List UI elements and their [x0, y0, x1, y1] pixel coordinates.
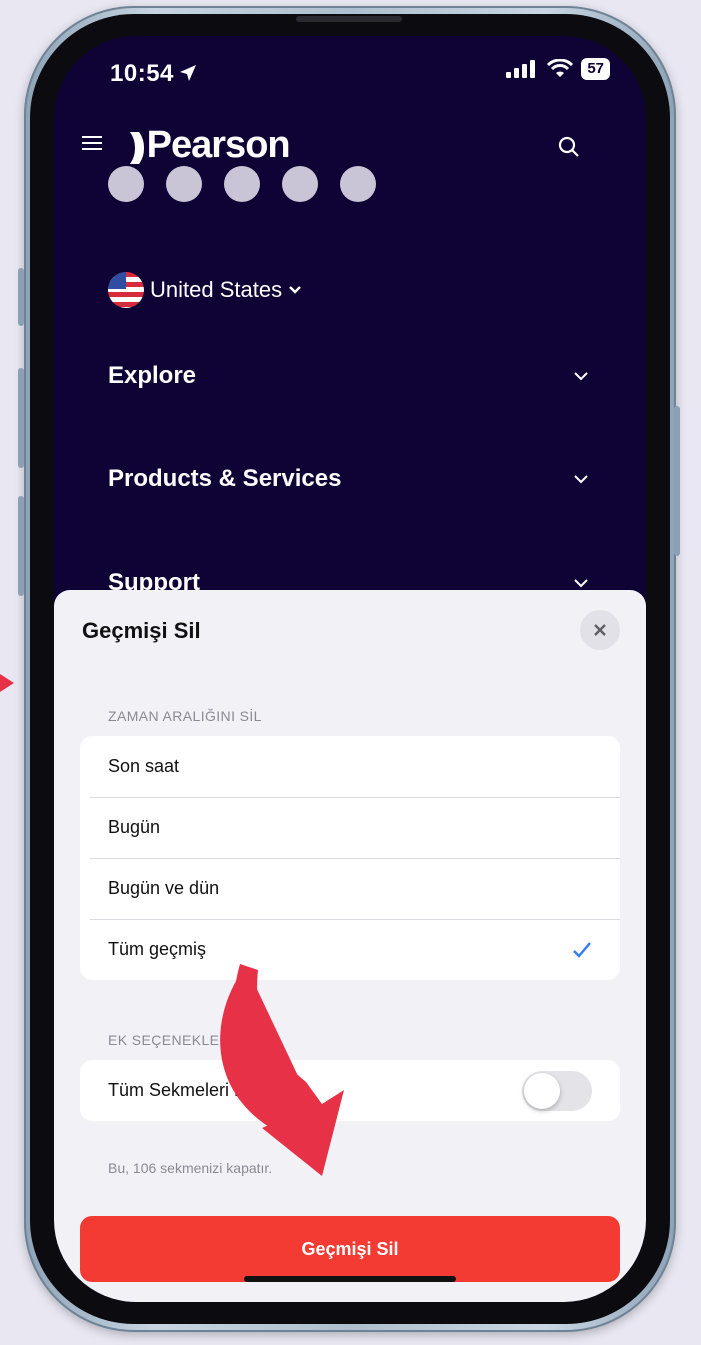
- status-time: 10:54: [110, 60, 198, 88]
- range-option-last-hour[interactable]: Son saat: [80, 736, 620, 797]
- nav-item-products-services[interactable]: Products & Services: [108, 465, 590, 493]
- volume-up-button: [18, 368, 24, 468]
- section-label-extra-options: EK SEÇENEKLER: [108, 1032, 230, 1048]
- social-link-icon[interactable]: [166, 166, 202, 202]
- close-icon: [594, 624, 606, 636]
- volume-down-button: [18, 496, 24, 596]
- battery-indicator: 57: [581, 58, 610, 80]
- range-option-label: Bugün: [108, 817, 161, 837]
- clear-history-sheet: Geçmişi Sil ZAMAN ARALIĞINI SİL Son saat…: [54, 590, 646, 1302]
- social-links-row: [108, 166, 376, 202]
- annotation-arrow-left: [0, 674, 14, 692]
- clear-history-button[interactable]: Geçmişi Sil: [80, 1216, 620, 1282]
- range-option-label: Tüm geçmiş: [108, 939, 207, 959]
- close-all-tabs-toggle[interactable]: [522, 1070, 592, 1111]
- wifi-icon: [547, 59, 574, 77]
- hamburger-menu-icon[interactable]: [82, 134, 104, 152]
- location-arrow-icon: [179, 65, 196, 81]
- toggle-knob: [524, 1072, 560, 1109]
- social-link-icon[interactable]: [108, 166, 144, 202]
- checkmark-icon: [573, 941, 591, 958]
- nav-item-label: Products & Services: [108, 465, 342, 492]
- home-indicator: [244, 1276, 456, 1282]
- nav-item-explore[interactable]: Explore: [108, 362, 590, 390]
- country-selector[interactable]: United States: [108, 272, 302, 308]
- power-button: [674, 406, 680, 556]
- chevron-down-icon: [574, 372, 588, 381]
- pearson-logo-mark: )): [130, 127, 145, 165]
- pearson-logo[interactable]: )) Pearson: [130, 124, 291, 167]
- range-option-label: Bugün ve dün: [108, 878, 220, 898]
- phone-screen: 10:54 57 )) Pearson United States Explor…: [54, 36, 646, 1302]
- range-option-all-history[interactable]: Tüm geçmiş: [80, 919, 620, 980]
- time-range-list: Son saat Bugün Bugün ve dün Tüm geçmiş: [80, 736, 620, 980]
- search-icon[interactable]: [558, 136, 580, 158]
- country-label: United States: [150, 277, 283, 302]
- chevron-down-icon: [574, 579, 588, 588]
- close-button[interactable]: [580, 610, 620, 650]
- extra-options-list: Tüm Sekmeleri Kapat: [80, 1060, 620, 1121]
- social-link-icon[interactable]: [282, 166, 318, 202]
- speaker-slot: [296, 16, 402, 22]
- chevron-down-icon: [289, 286, 301, 294]
- us-flag-icon: [108, 272, 144, 308]
- chevron-down-icon: [574, 475, 588, 484]
- range-option-label: Son saat: [108, 756, 180, 776]
- close-tabs-note: Bu, 106 sekmenizi kapatır.: [108, 1160, 273, 1176]
- nav-item-label: Explore: [108, 362, 197, 389]
- sheet-title: Geçmişi Sil: [82, 618, 201, 643]
- close-all-tabs-label: Tüm Sekmeleri Kapat: [108, 1080, 282, 1100]
- close-all-tabs-row: Tüm Sekmeleri Kapat: [80, 1060, 620, 1121]
- pearson-logo-text: Pearson: [146, 124, 291, 166]
- range-option-today[interactable]: Bugün: [80, 797, 620, 858]
- cellular-signal-icon: [506, 60, 536, 78]
- social-link-icon[interactable]: [224, 166, 260, 202]
- section-label-time-range: ZAMAN ARALIĞINI SİL: [108, 708, 262, 724]
- status-icons: 57: [505, 58, 610, 80]
- range-option-today-yesterday[interactable]: Bugün ve dün: [80, 858, 620, 919]
- mute-switch: [18, 268, 24, 326]
- social-link-icon[interactable]: [340, 166, 376, 202]
